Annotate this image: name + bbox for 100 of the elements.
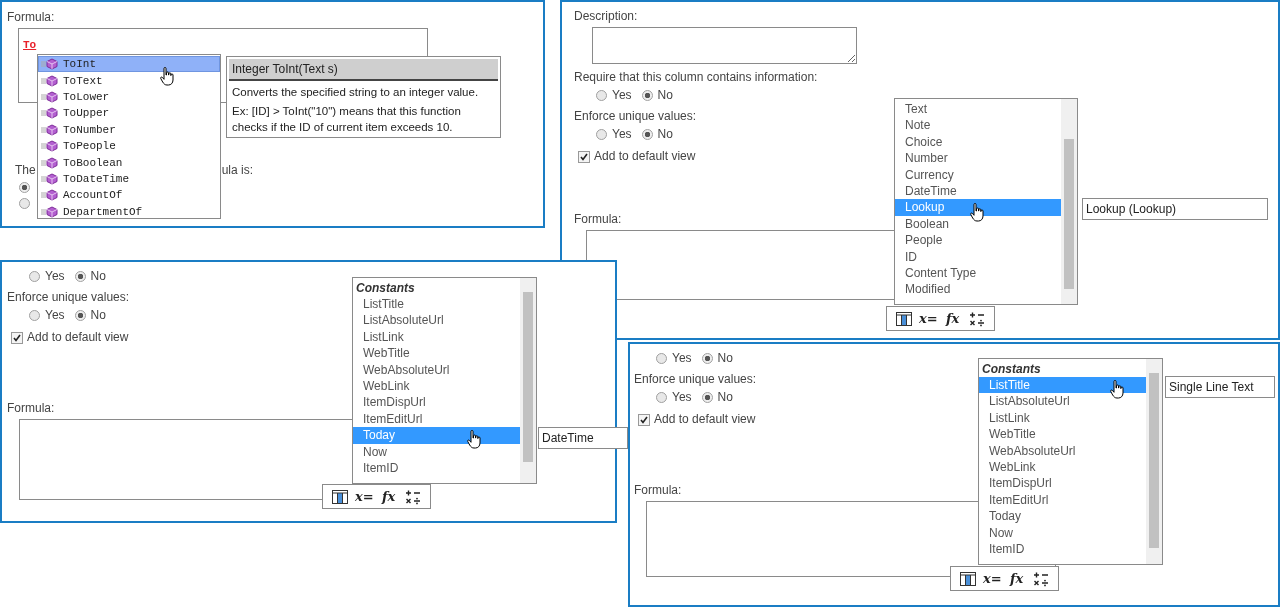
list-item[interactable]: ListAbsoluteUrl: [353, 312, 520, 329]
list-item[interactable]: WebLink: [353, 377, 520, 395]
function-icon: [41, 172, 59, 185]
function-icon: [41, 140, 59, 153]
radio-button[interactable]: [596, 90, 607, 101]
formula-tool-button[interactable]: x=: [919, 309, 938, 328]
list-item[interactable]: WebAbsoluteUrl: [353, 361, 520, 378]
list-item[interactable]: Now: [979, 524, 1146, 541]
list-item[interactable]: ItemID: [979, 540, 1146, 558]
list-item[interactable]: WebTitle: [353, 345, 520, 362]
field-label: Formula:: [634, 483, 682, 498]
function-item[interactable]: AccountOf: [38, 187, 220, 204]
formula-tool-button[interactable]: fx: [943, 309, 962, 328]
field-label: Require that this column contains information:: [574, 70, 818, 85]
list-heading: Constants: [355, 280, 416, 296]
list-item[interactable]: ItemDispUrl: [353, 394, 520, 411]
type-field[interactable]: Lookup (Lookup): [1082, 198, 1268, 220]
function-example: Ex: [ID] > ToInt("10") means that this function checks if the ID of current item exceeds 10.: [231, 104, 462, 135]
function-icon: [41, 58, 59, 71]
function-item[interactable]: ToUpper: [38, 105, 220, 122]
radio-button[interactable]: [74, 310, 86, 321]
radio-button[interactable]: [19, 198, 30, 209]
list-item[interactable]: Choice: [895, 133, 1061, 151]
field-label: Enforce unique values:: [7, 290, 130, 305]
checkbox[interactable]: [578, 150, 590, 163]
list-item[interactable]: DateTime: [895, 182, 1061, 200]
list-item[interactable]: ItemEditUrl: [353, 410, 520, 428]
list-item[interactable]: WebLink: [979, 458, 1146, 476]
list-item[interactable]: ListAbsoluteUrl: [979, 393, 1146, 410]
radio-button[interactable]: [641, 129, 653, 140]
list-item[interactable]: Currency: [895, 166, 1061, 183]
function-item[interactable]: ToInt: [38, 56, 220, 73]
function-item[interactable]: ToDateTime: [38, 170, 220, 188]
scrollbar[interactable]: [1061, 99, 1077, 304]
radio-label: Yes: [612, 127, 632, 142]
list-item[interactable]: ID: [895, 248, 1061, 265]
function-item[interactable]: ToLower: [38, 88, 220, 106]
radio-button[interactable]: [701, 353, 713, 364]
field-label: Formula:: [7, 10, 55, 25]
table-icon: [960, 571, 976, 586]
list-item[interactable]: Boolean: [895, 215, 1061, 233]
list-item[interactable]: ItemDispUrl: [979, 475, 1146, 492]
list-item[interactable]: Number: [895, 150, 1061, 167]
table-button[interactable]: [895, 309, 913, 328]
operators-icon: [968, 310, 985, 327]
radio-button[interactable]: [29, 310, 40, 321]
list-item[interactable]: ListLink: [979, 409, 1146, 427]
pointer-hand-icon: [1110, 380, 1124, 399]
table-icon: [332, 489, 348, 504]
checkbox[interactable]: [11, 331, 23, 344]
function-item[interactable]: ToBoolean: [38, 154, 220, 171]
list-item[interactable]: ItemID: [353, 459, 520, 477]
function-icon: [41, 90, 59, 103]
radio-label: Yes: [672, 390, 692, 405]
checkbox[interactable]: [638, 413, 650, 426]
field-label: Enforce unique values:: [634, 372, 757, 387]
function-item[interactable]: DepartmentOf: [38, 203, 220, 220]
function-icon: [41, 205, 59, 218]
radio-label: No: [717, 390, 733, 405]
list-item[interactable]: ItemEditUrl: [979, 491, 1146, 509]
radio-button[interactable]: [656, 392, 667, 403]
radio-button[interactable]: [641, 90, 653, 101]
list-item[interactable]: People: [895, 232, 1061, 249]
list-item[interactable]: WebTitle: [979, 426, 1146, 443]
radio-button[interactable]: [701, 392, 713, 403]
field-label: Formula:: [574, 212, 622, 227]
radio-button[interactable]: [29, 271, 40, 282]
description-field[interactable]: [592, 27, 857, 64]
formula-tool-button[interactable]: x=: [983, 569, 1002, 588]
function-description: Converts the specified string to an integer value.: [231, 85, 480, 100]
field-label: The: [15, 163, 36, 178]
formula-tool-button[interactable]: fx: [379, 487, 398, 506]
list-item[interactable]: ListLink: [353, 328, 520, 346]
radio-button[interactable]: [656, 353, 667, 364]
table-button[interactable]: [959, 569, 977, 588]
type-field[interactable]: Single Line Text: [1165, 376, 1275, 398]
function-item[interactable]: ToPeople: [38, 137, 220, 155]
function-item[interactable]: ToNumber: [38, 121, 220, 138]
radio-label: Yes: [612, 88, 632, 103]
formula-tool-button[interactable]: fx: [1007, 569, 1026, 588]
type-field[interactable]: DateTime: [538, 427, 628, 449]
list-item[interactable]: WebAbsoluteUrl: [979, 442, 1146, 459]
function-signature: Integer ToInt(Text s): [229, 59, 498, 81]
table-button[interactable]: [331, 487, 349, 506]
list-item[interactable]: Now: [353, 443, 520, 460]
radio-button[interactable]: [74, 271, 86, 282]
list-item[interactable]: Note: [895, 117, 1061, 134]
scrollbar[interactable]: [520, 278, 536, 483]
list-item[interactable]: Content Type: [895, 264, 1061, 282]
checkbox-label: Add to default view: [654, 412, 756, 427]
list-item[interactable]: ListTitle: [353, 296, 520, 313]
radio-label: Yes: [45, 269, 65, 284]
function-item[interactable]: ToText: [38, 72, 220, 89]
radio-button[interactable]: [19, 182, 30, 193]
list-item[interactable]: Today: [979, 508, 1146, 525]
formula-tool-button[interactable]: x=: [355, 487, 374, 506]
radio-button[interactable]: [596, 129, 607, 140]
list-item[interactable]: Text: [895, 101, 1061, 118]
scrollbar[interactable]: [1146, 359, 1162, 564]
list-item[interactable]: Modified: [895, 281, 1061, 298]
